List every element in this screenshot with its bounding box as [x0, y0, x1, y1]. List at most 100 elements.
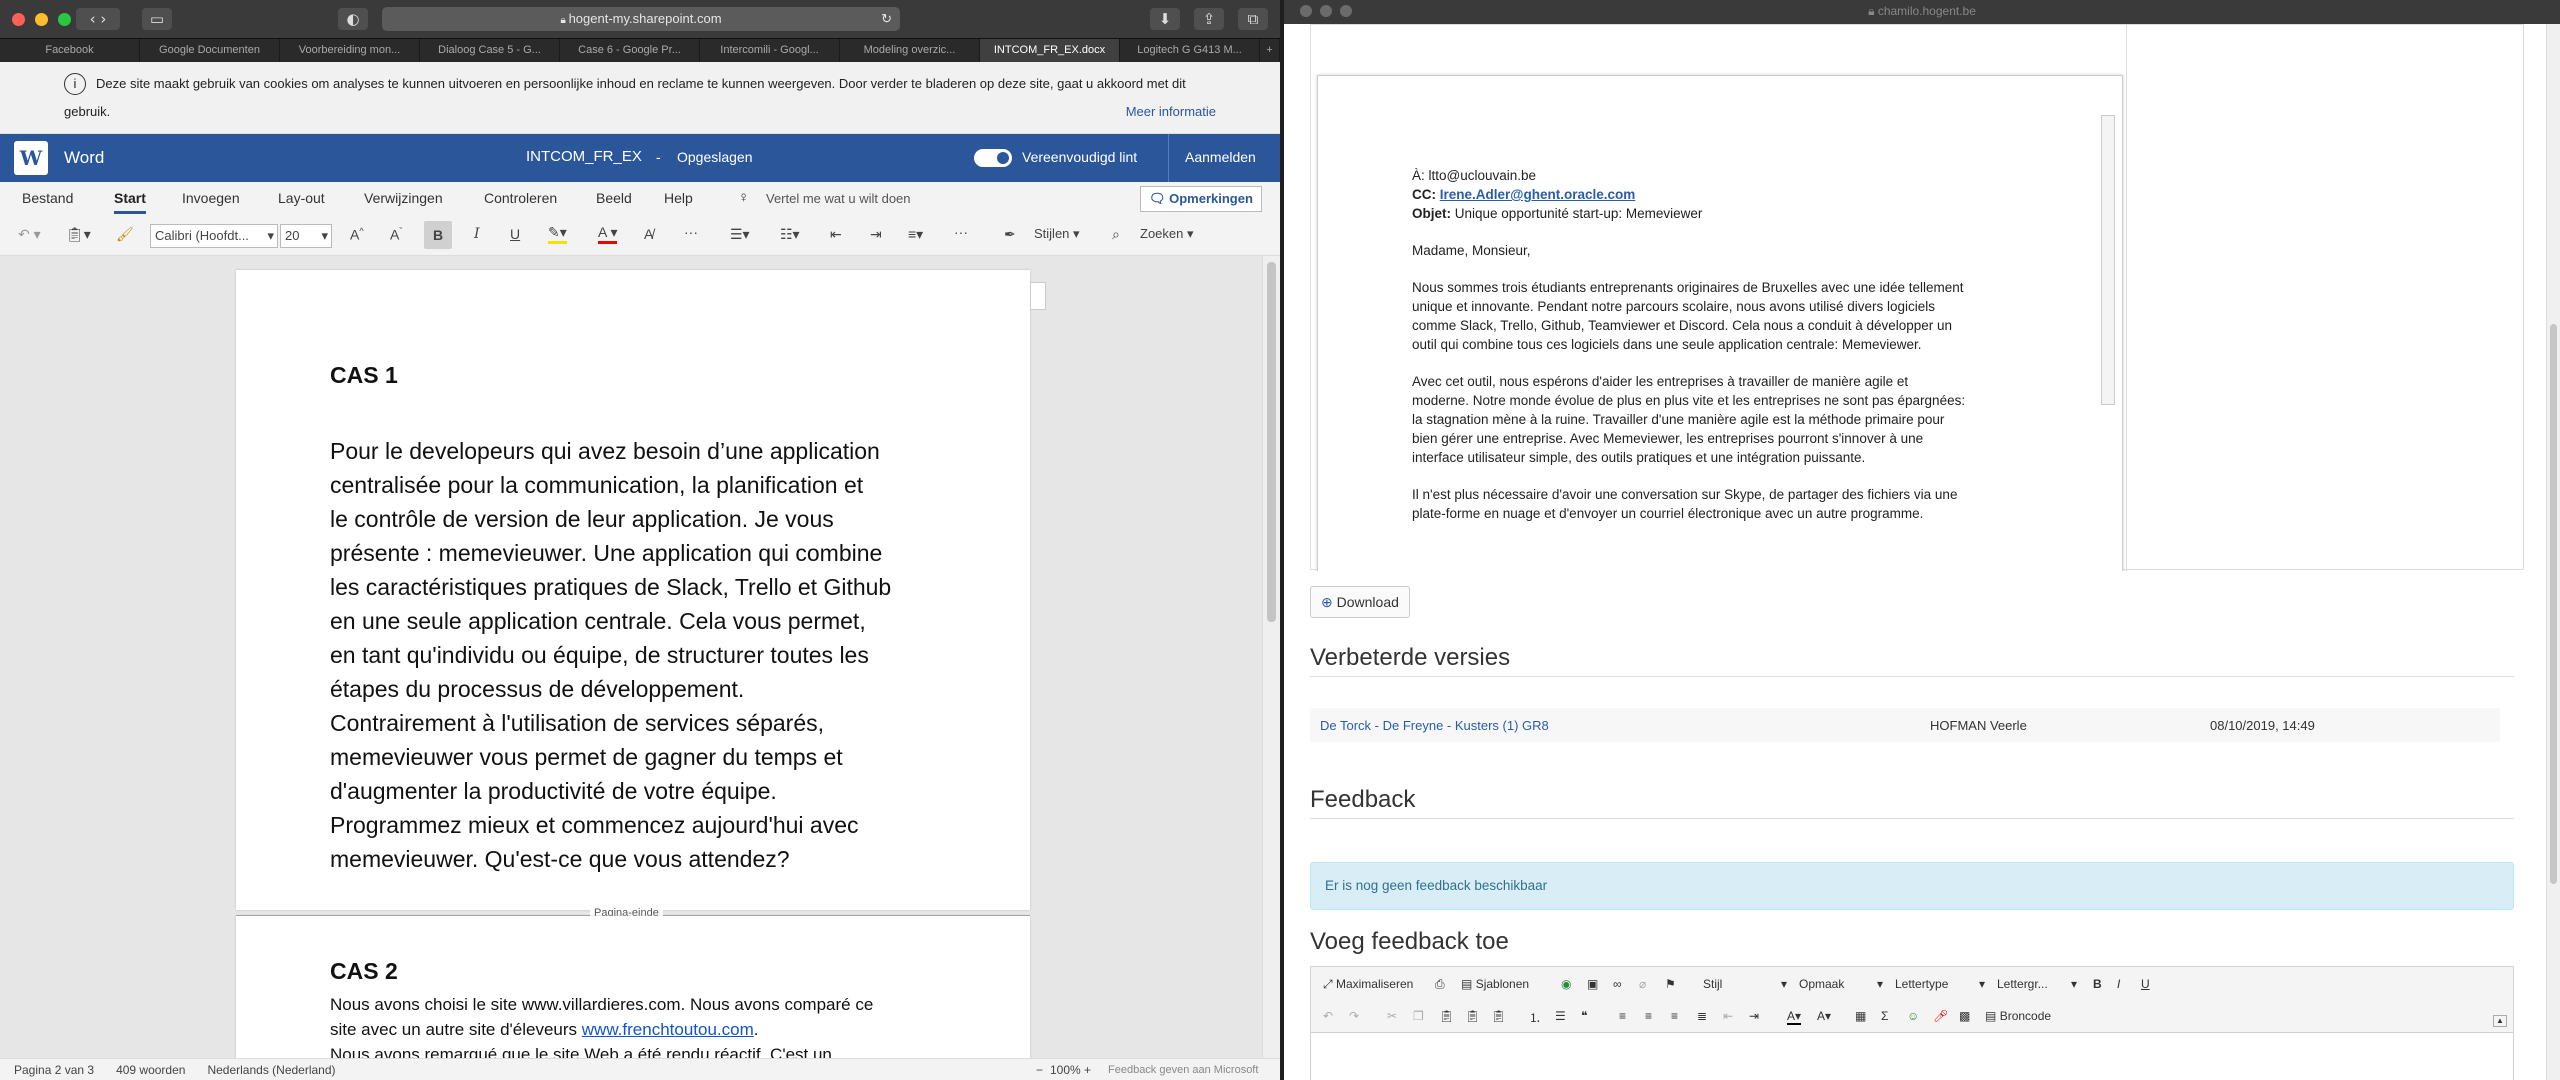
bold-icon[interactable]: B	[2093, 977, 2102, 991]
redo-icon[interactable]: ↷	[1349, 1009, 1359, 1023]
feedback-link[interactable]: Feedback geven aan Microsoft	[1108, 1064, 1258, 1076]
zoom-window-button[interactable]	[58, 12, 71, 26]
bold-icon[interactable]: B	[424, 221, 452, 249]
more-font-icon[interactable]: ···	[684, 224, 698, 240]
bullets-icon[interactable]: ☰▾	[730, 226, 750, 243]
tell-me-box[interactable]: Vertel me wat u wilt doen	[766, 191, 911, 206]
tab-modeling[interactable]: Modeling overzic...	[840, 39, 980, 62]
styles-icon[interactable]: ✒	[1004, 226, 1016, 243]
numbering-icon[interactable]: ☷▾	[780, 226, 800, 243]
align-left-icon[interactable]: ≡	[1619, 1009, 1626, 1023]
find-icon[interactable]: ⌕	[1112, 226, 1120, 243]
back-forward-icon[interactable]: ‹ ›	[76, 8, 120, 30]
link-icon[interactable]: ∞	[1613, 977, 1622, 991]
menu-controleren[interactable]: Controleren	[484, 190, 557, 206]
share-icon[interactable]: ⇪	[1194, 8, 1224, 30]
math-icon[interactable]: Σ	[1881, 1009, 1888, 1023]
cut-icon[interactable]: ✂	[1387, 1009, 1397, 1023]
style-dropdown[interactable]: Stijl ▾	[1703, 977, 1787, 991]
copy-icon[interactable]: ❐	[1413, 1009, 1424, 1023]
image-icon[interactable]: ◉	[1561, 977, 1571, 991]
align-icon[interactable]: ≡▾	[908, 226, 923, 243]
format-painter-icon[interactable]: 🖌︎	[116, 226, 134, 243]
format-dropdown[interactable]: Opmaak ▾	[1799, 977, 1883, 991]
tab-dialoog[interactable]: Dialoog Case 5 - G...	[420, 39, 560, 62]
indent-icon[interactable]: ⇥	[1749, 1009, 1759, 1023]
outdent-icon[interactable]: ⇤	[1723, 1009, 1733, 1023]
print-icon[interactable]: ⎙	[1435, 977, 1445, 992]
zoom-out-icon[interactable]: −	[1036, 1063, 1043, 1077]
menu-bestand[interactable]: Bestand	[22, 190, 73, 206]
tab-google-docs[interactable]: Google Documenten	[140, 39, 280, 62]
paste-icon[interactable]: 📋︎▾	[66, 226, 91, 243]
word-logo-icon[interactable]: W	[14, 141, 48, 175]
bg-color-icon[interactable]: A▾	[1817, 1009, 1831, 1023]
download-button[interactable]: ⊕ Download	[1310, 586, 1410, 618]
numbered-list-icon[interactable]: ⒈	[1529, 1009, 1541, 1026]
find-button[interactable]: Zoeken ▾	[1140, 226, 1194, 242]
version-file-link[interactable]: De Torck - De Freyne - Kusters (1) GR8	[1320, 718, 1549, 733]
tab-voorbereiding[interactable]: Voorbereiding mon...	[280, 39, 420, 62]
tab-logitech[interactable]: Logitech G G413 M...	[1120, 39, 1260, 62]
more-paragraph-icon[interactable]: ···	[954, 224, 968, 240]
justify-icon[interactable]: ≣	[1697, 1009, 1707, 1023]
underline-icon[interactable]: U	[510, 226, 520, 242]
highlight-icon[interactable]: ✎▾	[548, 224, 567, 244]
right-url[interactable]: 🔒︎ chamilo.hogent.be	[1284, 4, 2560, 19]
font-color-icon[interactable]: A ▾	[598, 224, 618, 244]
cas1-body[interactable]: Pour le developeurs qui avez besoin d’un…	[330, 434, 891, 876]
font-name-select[interactable]: Calibri (Hoofdt... ▾	[150, 224, 278, 248]
maximize-button[interactable]: ⤢ Maximaliseren	[1323, 977, 1413, 992]
bulleted-list-icon[interactable]: ☰	[1555, 1009, 1566, 1023]
templates-button[interactable]: ▤ Sjablonen	[1461, 977, 1529, 991]
reload-icon[interactable]: ↻	[881, 7, 892, 31]
zoom-in-icon[interactable]: +	[1084, 1063, 1091, 1077]
decrease-indent-icon[interactable]: ⇤	[830, 226, 842, 243]
tab-intercomili[interactable]: Intercomili - Googl...	[700, 39, 840, 62]
cas2-body[interactable]: Nous avons choisi le site www.villardier…	[330, 992, 873, 1058]
tab-intcom-docx[interactable]: INTCOM_FR_EX.docx	[980, 39, 1120, 62]
address-bar[interactable]: 🔒︎ hogent-my.sharepoint.com ↻	[382, 7, 900, 31]
document-page-2[interactable]: CAS 2 Nous avons choisi le site www.vill…	[236, 916, 1030, 1058]
record-audio-icon[interactable]: 🎤︎	[1933, 1009, 1948, 1023]
undo-icon[interactable]: ↶ ▾	[18, 226, 41, 243]
underline-icon[interactable]: U	[2141, 977, 2150, 991]
blockquote-icon[interactable]: ❝	[1581, 1009, 1587, 1023]
more-info-link[interactable]: Meer informatie	[1126, 104, 1216, 119]
align-right-icon[interactable]: ≡	[1671, 1009, 1678, 1023]
extension-icon[interactable]: ◐	[338, 8, 368, 30]
shrink-font-icon[interactable]: Aˇ	[390, 226, 402, 243]
align-center-icon[interactable]: ≡	[1645, 1009, 1652, 1023]
styles-button[interactable]: Stijlen ▾	[1034, 226, 1080, 242]
undo-icon[interactable]: ↶	[1323, 1009, 1333, 1023]
size-dropdown[interactable]: Lettergr... ▾	[1997, 977, 2077, 991]
comments-button[interactable]: 🗨︎ Opmerkingen	[1140, 186, 1262, 212]
menu-help[interactable]: Help	[664, 190, 693, 206]
menu-verwijzingen[interactable]: Verwijzingen	[364, 190, 443, 206]
sign-in-button[interactable]: Aanmelden	[1185, 149, 1256, 165]
cas2-website-link[interactable]: www.frenchtoutou.com	[582, 1020, 754, 1039]
simplified-ribbon-toggle[interactable]	[974, 149, 1012, 167]
document-scrollbar[interactable]	[1262, 256, 1280, 1058]
new-tab-icon[interactable]: +	[1260, 39, 1280, 62]
menu-beeld[interactable]: Beeld	[596, 190, 632, 206]
minimize-window-button[interactable]	[35, 12, 48, 26]
sidebar-icon[interactable]: ▭	[142, 8, 172, 30]
close-window-button[interactable]	[12, 12, 25, 26]
increase-indent-icon[interactable]: ⇥	[870, 226, 882, 243]
page-scrollbar[interactable]	[2546, 24, 2560, 1080]
menu-invoegen[interactable]: Invoegen	[182, 190, 240, 206]
grow-font-icon[interactable]: A^	[350, 226, 364, 243]
menu-start[interactable]: Start	[114, 190, 146, 214]
image-manager-icon[interactable]: ▩	[1959, 1009, 1970, 1023]
italic-icon[interactable]: I	[474, 226, 480, 242]
menu-layout[interactable]: Lay-out	[278, 190, 325, 206]
clear-format-icon[interactable]: A̸	[644, 226, 653, 242]
font-size-select[interactable]: 20 ▾	[280, 224, 332, 248]
paste-icon[interactable]: 📋︎	[1439, 1009, 1454, 1023]
paste-word-icon[interactable]: 📋︎	[1491, 1009, 1506, 1023]
paste-text-icon[interactable]: 📋︎	[1465, 1009, 1480, 1023]
tabs-overview-icon[interactable]: ⧉	[1238, 8, 1268, 30]
collapse-toolbar-icon[interactable]: ▲	[2493, 1015, 2507, 1027]
document-title[interactable]: INTCOM_FR_EX	[526, 148, 642, 165]
